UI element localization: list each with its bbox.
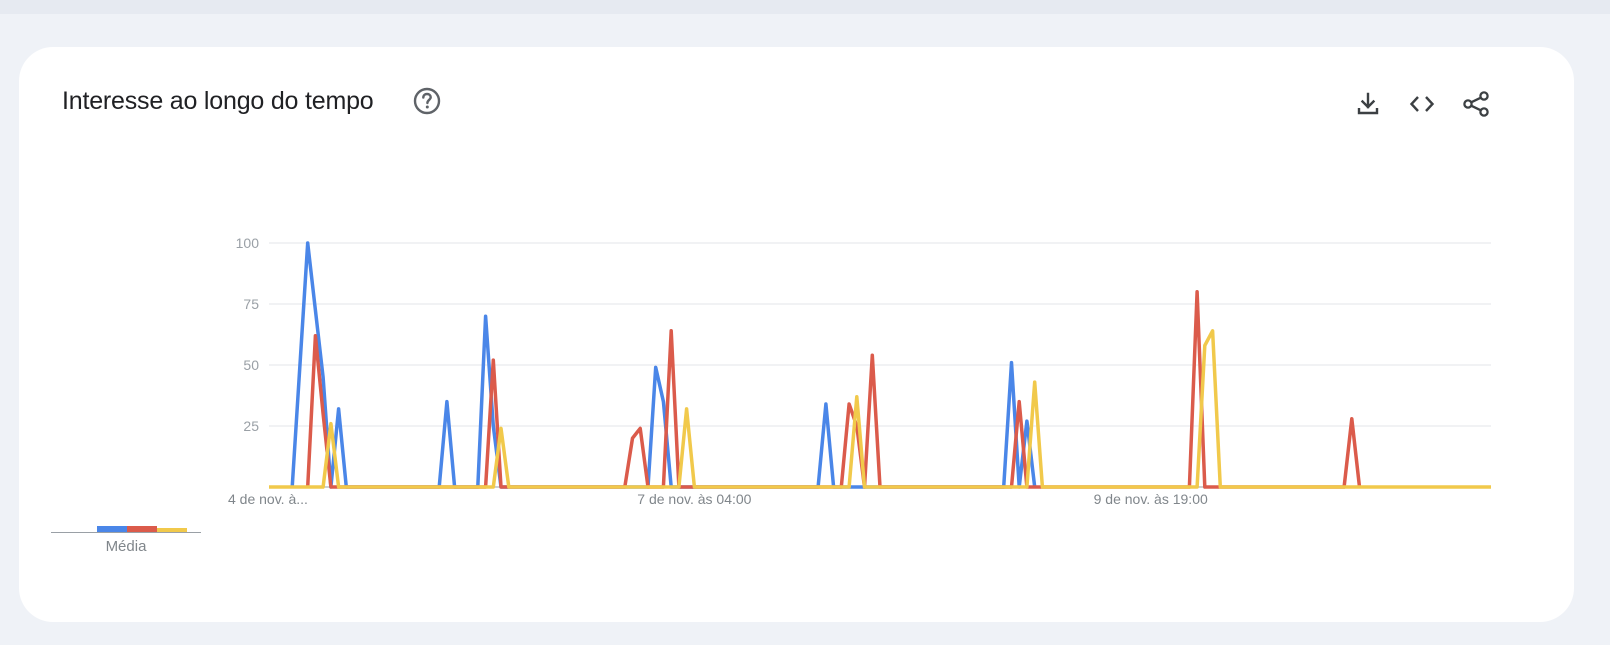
interest-over-time-card: Interesse ao longo do tempo Média 25 50 75…	[19, 47, 1574, 622]
line-chart: 25 50 75 100 4 de nov. à... 7 de nov. às 04:0…	[228, 235, 1491, 507]
y-tick-label: 100	[236, 235, 260, 251]
top-strip	[0, 0, 1610, 14]
x-tick-label: 4 de nov. à...	[228, 491, 308, 507]
y-tick-label: 25	[243, 418, 259, 434]
x-tick-label: 9 de nov. às 19:00	[1094, 491, 1208, 507]
y-tick-label: 50	[243, 357, 259, 373]
x-tick-label: 7 de nov. às 04:00	[637, 491, 751, 507]
y-tick-label: 75	[243, 296, 259, 312]
